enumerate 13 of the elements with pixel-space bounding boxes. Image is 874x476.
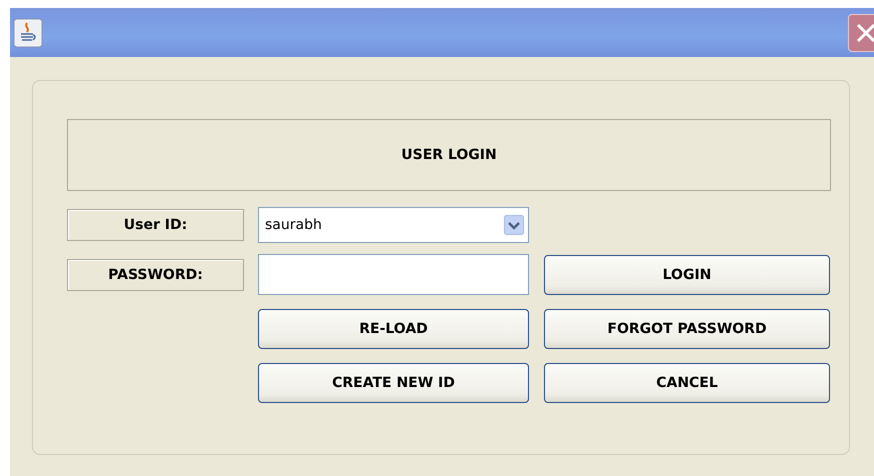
action-button[interactable]: FORGOT PASSWORD [544, 308, 830, 348]
action-button[interactable]: CREATE NEW ID [258, 362, 529, 402]
login-heading: USER LOGIN [401, 147, 497, 163]
password-field[interactable] [258, 254, 529, 295]
close-icon [855, 22, 874, 44]
action-button[interactable]: CANCEL [544, 362, 830, 402]
close-button[interactable] [848, 14, 874, 52]
field-label: PASSWORD: [67, 258, 244, 290]
action-button[interactable]: RE-LOAD [258, 308, 529, 348]
action-button[interactable]: LOGIN [544, 254, 830, 294]
field-label: User ID: [67, 208, 244, 240]
coffee-cup-icon [13, 18, 43, 48]
user-id-dropdown[interactable]: saurabh [258, 206, 529, 242]
